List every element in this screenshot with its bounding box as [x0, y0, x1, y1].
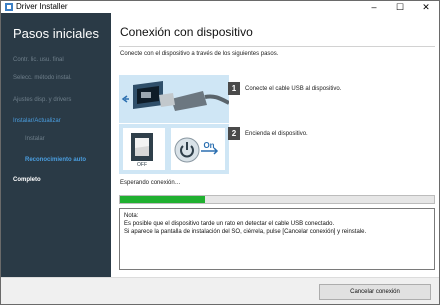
- cancel-connection-button[interactable]: Cancelar conexión: [319, 284, 431, 300]
- usb-cable-illustration: [119, 75, 229, 123]
- off-label: OFF: [137, 162, 147, 168]
- close-button[interactable]: ✕: [413, 1, 439, 13]
- note-box[interactable]: Nota: Es posible que el dispositivo tard…: [119, 208, 435, 270]
- step-2-badge: 2: [228, 127, 240, 140]
- installer-window: Driver Installer – ☐ ✕ Pasos iniciales C…: [0, 0, 440, 305]
- minimize-button[interactable]: –: [361, 1, 387, 13]
- connection-progress: [119, 195, 435, 204]
- on-label: On: [203, 141, 214, 150]
- step-2-text: Encienda el dispositivo.: [245, 131, 308, 137]
- maximize-button[interactable]: ☐: [387, 1, 413, 13]
- note-title: Nota:: [124, 213, 139, 219]
- note-line: Es posible que el dispositivo tarde un r…: [124, 221, 335, 227]
- main-content: Conexión con dispositivo Conecte con el …: [111, 13, 439, 277]
- power-switch-illustration: OFF On: [119, 124, 229, 174]
- step-1-text: Conecte el cable USB al dispositivo.: [245, 86, 342, 92]
- footer-bar: Cancelar conexión: [1, 277, 439, 304]
- app-icon: [5, 3, 13, 11]
- page-title: Conexión con dispositivo: [120, 25, 253, 39]
- sidebar-heading: Pasos iniciales: [13, 26, 99, 41]
- window-title: Driver Installer: [16, 2, 68, 11]
- sidebar-item-install-update: Instalar/Actualizar: [13, 118, 61, 124]
- progress-fill: [120, 196, 205, 203]
- sidebar-item-complete: Completo: [13, 177, 41, 183]
- sidebar-item-install: Instalar: [25, 136, 45, 142]
- step-1-badge: 1: [228, 82, 240, 95]
- heading-divider: [119, 46, 435, 47]
- sidebar-item-install-method: Selecc. método instal.: [13, 75, 72, 81]
- steps-sidebar: Pasos iniciales Contr. lic. usu. final S…: [1, 13, 111, 277]
- sidebar-item-auto-detect: Reconocimiento auto: [25, 157, 87, 163]
- sidebar-item-device-settings: Ajustes disp. y drivers: [13, 97, 72, 103]
- title-bar[interactable]: Driver Installer – ☐ ✕: [1, 1, 439, 13]
- connection-status: Esperando conexión…: [120, 180, 181, 186]
- sidebar-item-eula: Contr. lic. usu. final: [13, 57, 64, 63]
- intro-text: Conecte con el dispositivo a través de l…: [120, 51, 279, 57]
- note-line: Si aparece la pantalla de instalación de…: [124, 229, 367, 235]
